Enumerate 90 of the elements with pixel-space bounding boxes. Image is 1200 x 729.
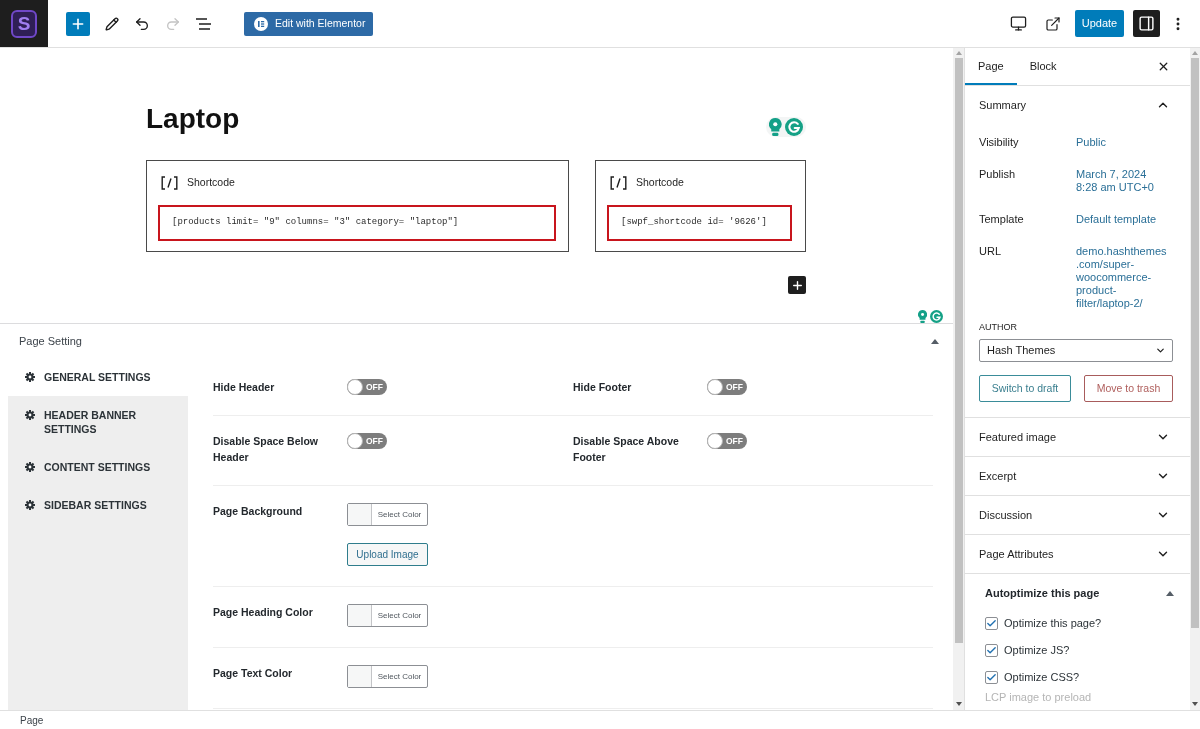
toggle-switch[interactable]: OFF bbox=[347, 433, 387, 449]
color-picker-button[interactable]: Select Color bbox=[347, 503, 428, 526]
setting-label: Page Text Color bbox=[213, 667, 293, 679]
scroll-down-icon[interactable] bbox=[1192, 702, 1198, 706]
undo-icon[interactable] bbox=[134, 15, 150, 32]
gear-icon bbox=[25, 500, 35, 510]
option-label: Optimize this page? bbox=[1004, 616, 1102, 632]
summary-label: Template bbox=[979, 213, 1024, 225]
color-swatch-icon bbox=[348, 666, 372, 687]
shortcode-block[interactable]: Shortcode [products limit= "9" columns= "3" category= "laptop"] bbox=[146, 160, 569, 252]
setting-label: Page Heading Color bbox=[213, 606, 313, 618]
add-block-button[interactable] bbox=[788, 276, 806, 294]
chevron-down-icon bbox=[1155, 345, 1166, 356]
external-link-icon[interactable] bbox=[1045, 15, 1061, 32]
field-label: LCP image to preload bbox=[985, 691, 1092, 704]
lightbulb-icon[interactable] bbox=[917, 310, 927, 323]
summary-value-link[interactable]: Public bbox=[1076, 136, 1106, 149]
checkbox[interactable] bbox=[985, 671, 998, 684]
collapse-icon[interactable] bbox=[1166, 590, 1174, 596]
settings-nav-item[interactable]: CONTENT SETTINGS bbox=[8, 448, 188, 486]
site-logo-button[interactable]: S bbox=[0, 0, 48, 47]
summary-value-link[interactable]: Default template bbox=[1076, 213, 1157, 226]
toggle-switch[interactable]: OFF bbox=[707, 379, 747, 395]
option-label: Optimize CSS? bbox=[1004, 670, 1080, 686]
summary-value-link[interactable]: March 7, 2024 8:28 am UTC+0 bbox=[1076, 168, 1169, 194]
block-label: Shortcode bbox=[636, 175, 684, 191]
g-logo-icon[interactable] bbox=[930, 310, 943, 323]
color-swatch-icon bbox=[348, 504, 372, 525]
sidebar-panel-icon bbox=[1138, 15, 1155, 32]
section-title: Autoptimize this page bbox=[985, 586, 1100, 600]
gear-icon bbox=[25, 462, 35, 472]
collapse-icon[interactable] bbox=[931, 338, 939, 344]
toggle-switch[interactable]: OFF bbox=[347, 379, 387, 395]
color-picker-button[interactable]: Select Color bbox=[347, 604, 428, 627]
color-swatch-icon bbox=[348, 605, 372, 626]
setting-label: Page Background bbox=[213, 505, 303, 517]
check-icon bbox=[986, 672, 997, 683]
plus-icon bbox=[790, 278, 804, 292]
scrollbar-track[interactable] bbox=[1190, 48, 1200, 710]
author-select[interactable]: Hash Themes bbox=[979, 339, 1173, 362]
page-title[interactable]: Laptop bbox=[146, 101, 240, 137]
shortcode-icon bbox=[610, 176, 627, 190]
summary-value-link[interactable]: demo.hashthemes.com/super-woocommerce-product-filter/laptop-2/ bbox=[1076, 245, 1169, 310]
block-label: Shortcode bbox=[187, 175, 235, 191]
summary-header-button[interactable]: Summary bbox=[965, 86, 1190, 124]
shortcode-icon bbox=[161, 176, 178, 190]
pencil-icon[interactable] bbox=[105, 16, 119, 31]
update-button[interactable]: Update bbox=[1075, 10, 1124, 37]
sidebar-tab[interactable]: Page bbox=[965, 48, 1017, 85]
checkbox[interactable] bbox=[985, 617, 998, 630]
check-icon bbox=[986, 618, 997, 629]
breadcrumb-link[interactable]: Page bbox=[20, 712, 44, 728]
summary-label: URL bbox=[979, 245, 1001, 257]
g-logo-icon[interactable] bbox=[785, 118, 803, 136]
setting-label: Hide Header bbox=[213, 381, 275, 393]
close-icon[interactable] bbox=[1157, 60, 1170, 73]
scrollbar-track[interactable] bbox=[953, 48, 964, 710]
panel-title: Page Setting bbox=[19, 333, 82, 349]
upload-image-button[interactable]: Upload Image bbox=[347, 543, 428, 566]
gear-icon bbox=[25, 372, 35, 382]
shortcode-block[interactable]: Shortcode [swpf_shortcode id= '9626'] bbox=[595, 160, 806, 252]
scroll-down-icon[interactable] bbox=[955, 702, 962, 706]
shortcode-input[interactable]: [swpf_shortcode id= '9626'] bbox=[607, 205, 792, 241]
color-picker-button[interactable]: Select Color bbox=[347, 665, 428, 688]
lightbulb-icon[interactable] bbox=[769, 118, 782, 136]
author-label: AUTHOR bbox=[979, 321, 1017, 333]
summary-label: Visibility bbox=[979, 136, 1019, 148]
edit-with-elementor-button[interactable]: Edit with Elementor bbox=[244, 11, 373, 36]
desktop-icon[interactable] bbox=[1010, 15, 1027, 32]
checkbox[interactable] bbox=[985, 644, 998, 657]
setting-label: Disable Space Above Footer bbox=[573, 435, 679, 463]
move-to-trash-button[interactable]: Move to trash bbox=[1084, 375, 1173, 402]
settings-sidebar-toggle[interactable] bbox=[1133, 10, 1160, 37]
option-label: Optimize JS? bbox=[1004, 643, 1070, 659]
gear-icon bbox=[25, 410, 35, 420]
circle-logo-icon bbox=[254, 16, 268, 31]
scrollbar-thumb[interactable] bbox=[1191, 58, 1199, 628]
sidebar-tab[interactable]: Block bbox=[1016, 48, 1070, 85]
setting-label: Hide Footer bbox=[573, 381, 632, 393]
switch-to-draft-button[interactable]: Switch to draft bbox=[979, 375, 1071, 402]
summary-label: Publish bbox=[979, 168, 1016, 180]
settings-nav-item[interactable]: HEADER BANNER SETTINGS bbox=[8, 396, 188, 448]
shortcode-input[interactable]: [products limit= "9" columns= "3" category= "laptop"] bbox=[158, 205, 556, 241]
list-view-icon[interactable] bbox=[196, 17, 211, 30]
check-icon bbox=[986, 645, 997, 656]
scrollbar-thumb[interactable] bbox=[954, 58, 963, 643]
settings-nav-item[interactable]: SIDEBAR SETTINGS bbox=[8, 486, 188, 524]
toggle-switch[interactable]: OFF bbox=[707, 433, 747, 449]
setting-label: Disable Space Below Header bbox=[213, 435, 319, 463]
settings-nav-item[interactable]: GENERAL SETTINGS bbox=[8, 358, 188, 396]
